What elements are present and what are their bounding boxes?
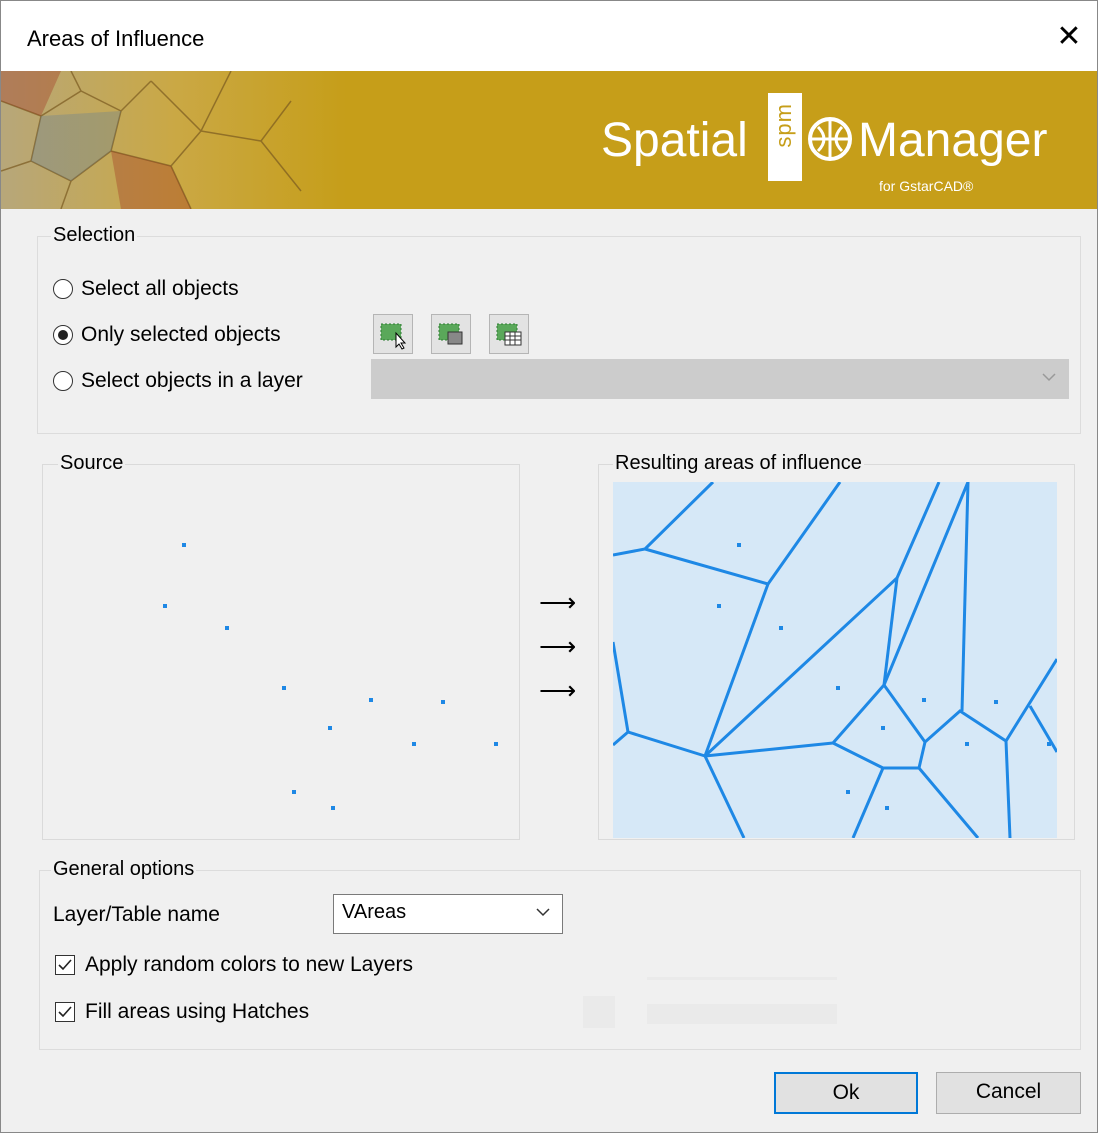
globe-icon xyxy=(808,117,852,161)
checkbox-indicator[interactable] xyxy=(55,1002,75,1022)
point xyxy=(331,806,335,810)
arrow-right-icon: ⟶ xyxy=(539,587,577,617)
general-options-label: General options xyxy=(51,858,197,881)
disabled-color-swatch xyxy=(583,996,615,1028)
disabled-hatch-field xyxy=(647,1004,837,1024)
point xyxy=(717,604,721,608)
logo-word-spatial: Spatial xyxy=(601,114,748,167)
point xyxy=(994,700,998,704)
point xyxy=(922,698,926,702)
radio-indicator[interactable] xyxy=(53,325,73,345)
source-points-preview xyxy=(163,543,498,810)
logo-subtitle: for GstarCAD® xyxy=(879,178,974,194)
selection-group-label: Selection xyxy=(51,224,138,247)
areas-of-influence-dialog: Areas of Influence ✕ Spatial spm Manager… xyxy=(0,0,1098,1133)
point xyxy=(163,604,167,608)
layer-name-dropdown[interactable]: VAreas xyxy=(333,894,563,934)
point xyxy=(225,626,229,630)
point xyxy=(494,742,498,746)
title-bar: Areas of Influence ✕ xyxy=(1,1,1097,71)
arrow-right-icon: ⟶ xyxy=(539,675,577,705)
layer-select-dropdown[interactable] xyxy=(371,359,1069,399)
radio-label: Select objects in a layer xyxy=(81,369,303,392)
point xyxy=(836,686,840,690)
point xyxy=(1047,742,1051,746)
pick-objects-button[interactable] xyxy=(373,314,413,354)
arrow-right-icon: ⟶ xyxy=(539,631,577,661)
logo-spm-text: spm xyxy=(771,103,796,148)
radio-indicator[interactable] xyxy=(53,371,73,391)
chevron-down-icon xyxy=(536,908,550,917)
point xyxy=(412,742,416,746)
point xyxy=(737,543,741,547)
point xyxy=(182,543,186,547)
point xyxy=(965,742,969,746)
voronoi-preview xyxy=(613,482,1057,838)
radio-label: Only selected objects xyxy=(81,323,281,346)
close-icon[interactable]: ✕ xyxy=(1049,15,1089,59)
banner-map-image xyxy=(1,71,346,209)
checkmark-icon xyxy=(58,1006,72,1018)
select-by-table-button[interactable] xyxy=(489,314,529,354)
point xyxy=(881,726,885,730)
radio-select-layer[interactable]: Select objects in a layer xyxy=(53,369,303,393)
random-colors-checkbox[interactable]: Apply random colors to new Layers xyxy=(55,953,413,977)
select-table-icon xyxy=(496,323,522,346)
window-title: Areas of Influence xyxy=(27,26,205,51)
result-panel xyxy=(598,464,1075,840)
select-cursor-icon xyxy=(380,323,407,350)
result-label: Resulting areas of influence xyxy=(613,452,864,475)
point xyxy=(328,726,332,730)
point xyxy=(292,790,296,794)
layer-name-value: VAreas xyxy=(342,901,407,923)
fill-hatches-checkbox[interactable]: Fill areas using Hatches xyxy=(55,1000,309,1024)
point xyxy=(282,686,286,690)
point xyxy=(441,700,445,704)
point xyxy=(885,806,889,810)
point xyxy=(779,626,783,630)
checkbox-label: Apply random colors to new Layers xyxy=(85,953,413,976)
banner: Spatial spm Manager for GstarCAD® xyxy=(1,71,1097,209)
logo-word-manager: Manager xyxy=(858,114,1048,167)
disabled-line xyxy=(647,977,837,980)
radio-label: Select all objects xyxy=(81,277,239,300)
select-copy-icon xyxy=(438,323,463,345)
source-panel xyxy=(42,464,520,840)
chevron-down-icon xyxy=(1042,373,1056,382)
point xyxy=(846,790,850,794)
checkbox-indicator[interactable] xyxy=(55,955,75,975)
radio-only-selected[interactable]: Only selected objects xyxy=(53,323,281,347)
layer-name-label: Layer/Table name xyxy=(53,903,220,926)
checkmark-icon xyxy=(58,959,72,971)
select-by-window-button[interactable] xyxy=(431,314,471,354)
checkbox-label: Fill areas using Hatches xyxy=(85,1000,310,1023)
source-label: Source xyxy=(58,452,126,475)
point xyxy=(369,698,373,702)
cancel-button[interactable]: Cancel xyxy=(936,1072,1081,1114)
radio-indicator[interactable] xyxy=(53,279,73,299)
logo-spm-box: spm xyxy=(768,93,802,181)
radio-select-all[interactable]: Select all objects xyxy=(53,277,239,301)
ok-button[interactable]: Ok xyxy=(774,1072,918,1114)
